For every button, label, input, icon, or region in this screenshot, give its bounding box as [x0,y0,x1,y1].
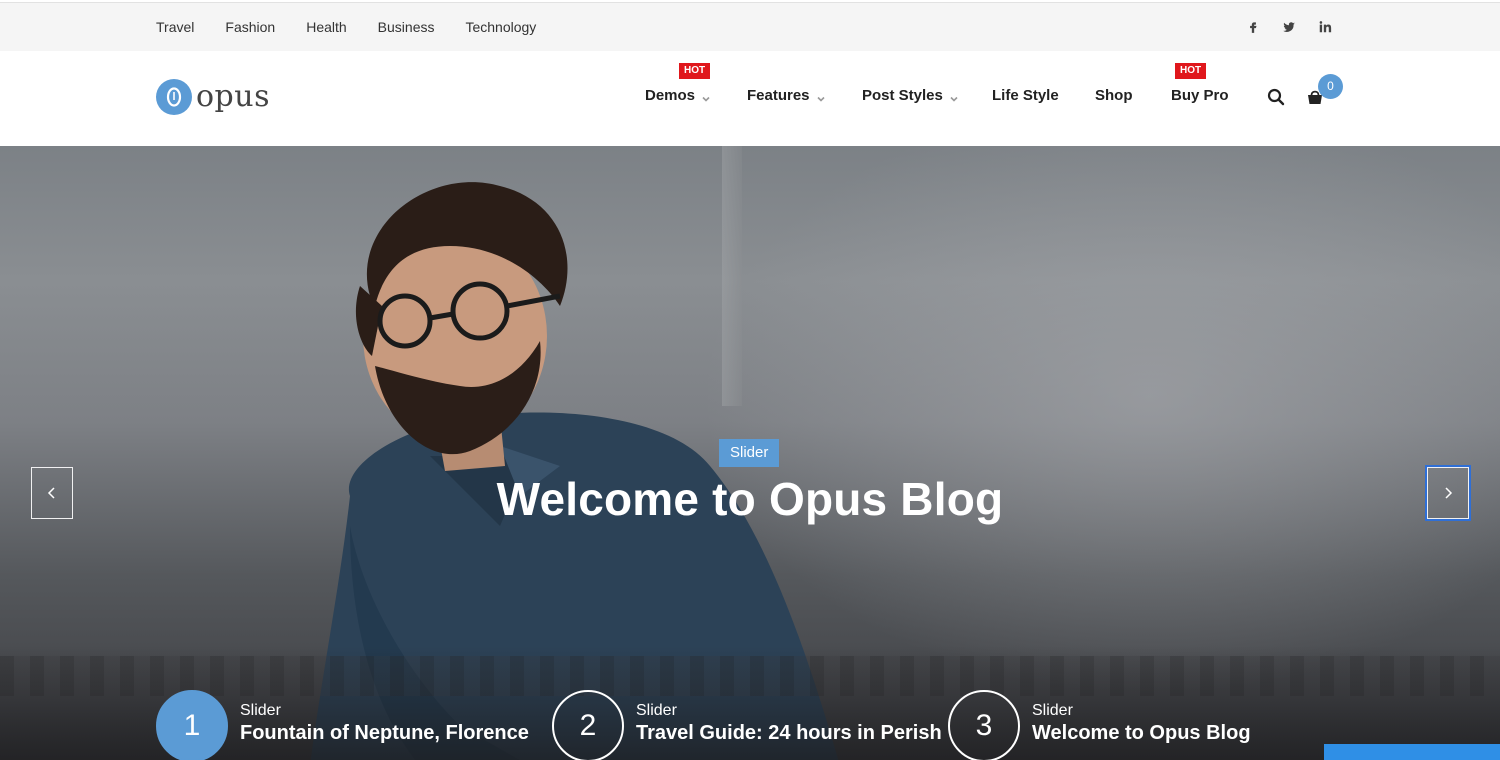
search-icon[interactable] [1267,88,1285,106]
slider-thumbnails: 1 Slider Fountain of Neptune, Florence 2… [0,690,1500,760]
slider-thumb-category: Slider [1032,702,1073,719]
top-link-business[interactable]: Business [378,19,435,35]
facebook-icon[interactable] [1243,17,1263,37]
chevron-right-icon [1445,487,1453,499]
top-category-nav: Travel Fashion Health Business Technolog… [156,3,567,51]
hot-badge-demos: HOT [679,63,711,79]
slider-thumb-title: Travel Guide: 24 hours in Perish [636,722,942,744]
hero-title[interactable]: Welcome to Opus Blog [0,472,1500,526]
hot-badge-buy-pro: HOT [1175,63,1207,79]
slider-thumb-title: Fountain of Neptune, Florence [240,722,529,744]
nav-label-buy-pro: Buy Pro [1171,87,1229,104]
nav-label-post-styles: Post Styles [862,87,943,104]
top-link-technology[interactable]: Technology [465,19,536,35]
chevron-down-icon [949,91,959,102]
slider-thumb-number: 2 [552,690,624,760]
hero-category-tag[interactable]: Slider [719,439,780,467]
nav-item-demos[interactable]: Demos [645,87,711,104]
nav-label-shop: Shop [1095,87,1133,104]
top-link-travel[interactable]: Travel [156,19,194,35]
nav-item-features[interactable]: Features [747,87,826,104]
chevron-down-icon [701,91,711,102]
slider-thumb-category: Slider [636,702,677,719]
nav-item-post-styles[interactable]: Post Styles [862,87,959,104]
cart-count-badge: 0 [1318,74,1343,99]
nav-label-features: Features [747,87,810,104]
nav-item-buy-pro[interactable]: Buy Pro [1171,87,1229,104]
chevron-left-icon [47,487,55,499]
slider-thumb-number: 1 [156,690,228,760]
nav-item-shop[interactable]: Shop [1095,87,1133,104]
top-link-health[interactable]: Health [306,19,346,35]
slider-prev-button[interactable] [31,467,73,519]
slider-thumb-3[interactable]: 3 Slider Welcome to Opus Blog [948,690,1251,760]
top-link-fashion[interactable]: Fashion [225,19,275,35]
twitter-icon[interactable] [1279,17,1299,37]
slider-thumb-title: Welcome to Opus Blog [1032,722,1251,744]
slider-thumb-number: 3 [948,690,1020,760]
slider-next-button[interactable] [1425,465,1471,521]
nav-label-life-style: Life Style [992,87,1059,104]
top-bar: Travel Fashion Health Business Technolog… [0,3,1500,51]
nav-label-demos: Demos [645,87,696,104]
slider-thumb-1[interactable]: 1 Slider Fountain of Neptune, Florence [156,690,529,760]
slider-thumb-2[interactable]: 2 Slider Travel Guide: 24 hours in Peris… [552,690,942,760]
social-links [1243,3,1351,51]
chevron-down-icon [816,91,826,102]
main-nav: HOT Demos Features Post Styles Life Styl… [0,51,1500,146]
site-header: opus HOT Demos Features Post Styles Life… [0,51,1500,146]
slider-thumb-category: Slider [240,702,281,719]
corner-widget-tab[interactable] [1324,744,1500,760]
linkedin-icon[interactable] [1315,17,1335,37]
hero-slider: Slider Welcome to Opus Blog 1 Slider Fou… [0,146,1500,760]
nav-item-life-style[interactable]: Life Style [992,87,1059,104]
